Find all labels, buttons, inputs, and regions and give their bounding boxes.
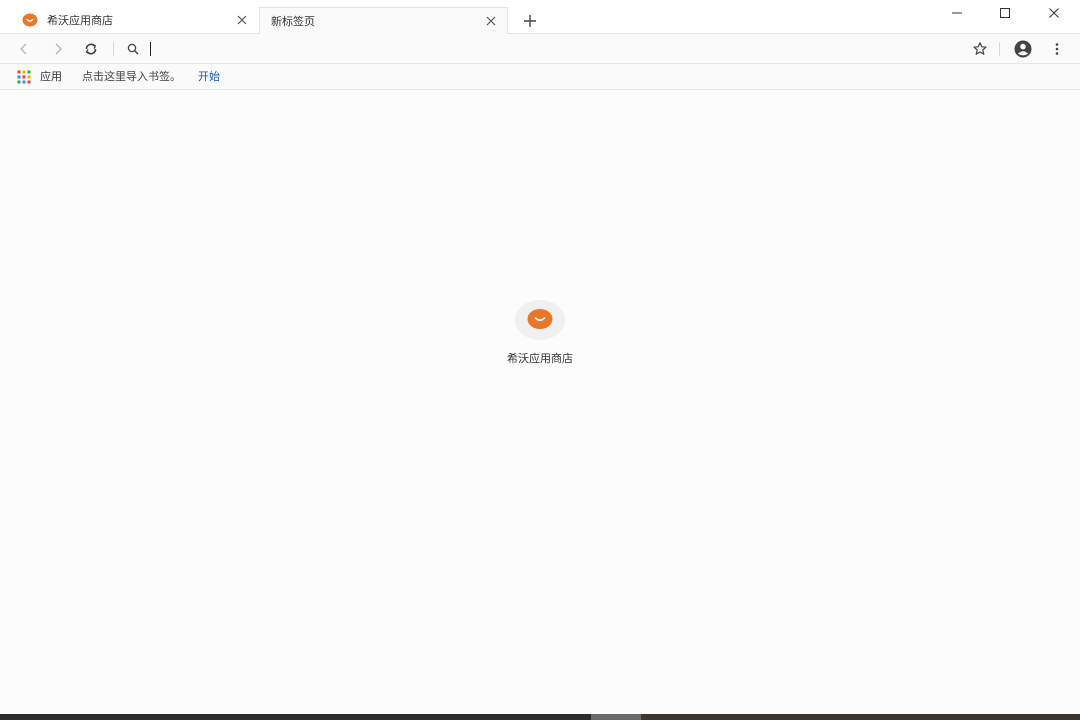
apps-grid-icon[interactable] [17,70,31,84]
new-tab-page: 希沃应用商店 [0,90,1080,714]
search-icon [127,43,139,55]
shortcut-label: 希沃应用商店 [507,352,573,365]
window-close-icon[interactable] [1042,2,1066,24]
seewo-smile-icon [22,13,38,27]
tab-title: 新标签页 [271,15,315,28]
close-icon[interactable] [235,13,249,27]
tab-new-tab[interactable]: 新标签页 [259,7,508,34]
seewo-smile-icon [527,309,553,329]
shortcut-icon-background [515,300,565,340]
forward-icon[interactable] [49,40,67,58]
account-icon[interactable] [1013,39,1033,59]
shortcut-seewo-store[interactable]: 希沃应用商店 [490,300,590,370]
tab-seewo-store[interactable]: 希沃应用商店 [8,7,258,34]
taskbar-tray [641,714,1080,720]
menu-icon[interactable] [1048,40,1066,58]
address-input[interactable] [148,40,948,58]
minimize-icon[interactable] [945,2,969,24]
tab-strip: 希沃应用商店 新标签页 [0,0,1080,34]
reload-icon[interactable] [82,40,100,58]
maximize-icon[interactable] [993,2,1017,24]
import-bookmarks-hint: 点击这里导入书签。 [82,70,181,83]
tab-title: 希沃应用商店 [47,14,113,27]
back-icon[interactable] [15,40,33,58]
address-bar[interactable] [122,38,962,60]
browser-window: 希沃应用商店 新标签页 应用 点击这里导入书签。 开始 希沃应用商店 [0,0,1080,720]
taskbar-active-item[interactable] [591,714,641,720]
bookmarks-bar: 应用 点击这里导入书签。 开始 [0,64,1080,90]
toolbar-separator [999,42,1000,56]
toolbar-separator [113,42,114,56]
import-start-link[interactable]: 开始 [198,70,220,84]
toolbar [0,34,1080,64]
new-tab-icon[interactable] [521,12,539,30]
apps-bookmark[interactable]: 应用 [40,70,62,84]
close-icon[interactable] [484,14,498,28]
taskbar [0,714,1080,720]
text-caret [150,42,151,56]
star-icon[interactable] [971,40,989,58]
